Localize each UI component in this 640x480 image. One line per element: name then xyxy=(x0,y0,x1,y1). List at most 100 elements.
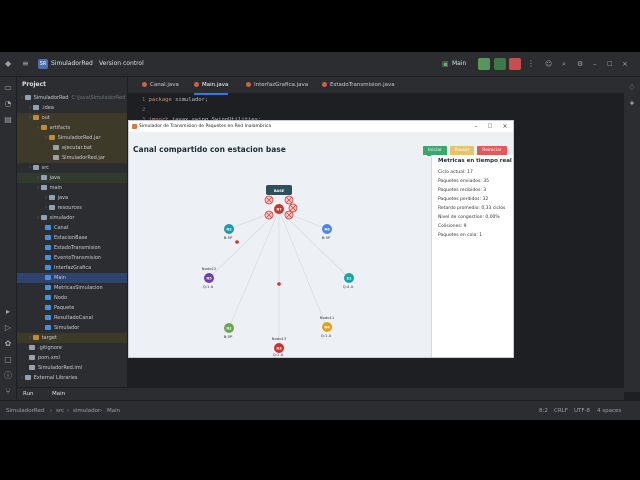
tree-item[interactable]: ejecutar.bat xyxy=(17,143,127,153)
tree-item-label: MetricasSimulacion xyxy=(54,285,103,291)
caret-position[interactable]: 8:2 xyxy=(539,401,548,420)
tree-item-label: java xyxy=(57,195,69,201)
tree-item[interactable]: SimuladorRed.jar xyxy=(17,153,127,163)
hamburger-menu-icon[interactable]: ≡ xyxy=(22,52,29,76)
run-config-tab[interactable]: Main xyxy=(52,388,65,400)
tab-interfazgrafica-java[interactable]: InterfazGrafica.java xyxy=(246,77,308,93)
simulator-window-title: Simulador de Transmision de Paquetes en … xyxy=(139,124,272,129)
tree-item[interactable]: › simulador xyxy=(17,213,127,223)
structure-tool-icon[interactable]: ▤ xyxy=(3,115,13,125)
tree-item-label: Nodo xyxy=(54,295,68,301)
tree-item[interactable]: › java xyxy=(17,173,127,183)
indent-setting[interactable]: 4 spaces xyxy=(597,401,621,420)
commit-tool-icon[interactable]: ◔ xyxy=(3,99,13,109)
folder-icon xyxy=(40,175,47,180)
run-tool-icon[interactable]: ▷ xyxy=(3,323,13,333)
metric-cycle: Ciclo actual: 17 xyxy=(438,170,473,175)
git-tool-icon[interactable]: ⑂ xyxy=(3,387,13,397)
folder-icon xyxy=(48,135,55,140)
tree-item[interactable]: EstadoTransmision xyxy=(17,243,127,253)
metric-lost: Paquetes perdidos: 32 xyxy=(438,197,489,202)
win-close-icon[interactable]: × xyxy=(498,121,512,132)
tree-item[interactable]: pom.xml xyxy=(17,353,127,363)
minimize-icon[interactable]: – xyxy=(593,52,597,76)
stop-button[interactable] xyxy=(509,58,521,70)
file-icon xyxy=(45,305,51,310)
breadcrumb-1[interactable]: src xyxy=(56,401,64,420)
line-separator[interactable]: CRLF xyxy=(554,401,568,420)
app-menu-icon[interactable]: ◆ xyxy=(5,52,11,76)
search-icon[interactable]: ⌕ xyxy=(562,52,566,76)
node-n6-id: N6 xyxy=(324,228,330,232)
tree-item-label: main xyxy=(49,185,63,191)
run-config-select[interactable]: Main xyxy=(452,52,466,76)
tree-item[interactable]: ResultadoCanal xyxy=(17,313,127,323)
node-n5-id: N5 xyxy=(206,277,212,281)
run-tab-label[interactable]: Run xyxy=(23,388,34,400)
tree-item[interactable]: SimuladorRed.iml xyxy=(17,363,127,373)
project-panel-title[interactable]: Project xyxy=(17,77,127,93)
tree-item-label: EstacionBase xyxy=(54,235,88,241)
tree-item[interactable]: › External Libraries xyxy=(17,373,127,383)
packet-dot xyxy=(277,282,281,286)
problems-tool-icon[interactable]: ⓘ xyxy=(3,371,13,381)
tree-item[interactable]: Canal xyxy=(17,223,127,233)
tree-item[interactable]: Paquete xyxy=(17,303,127,313)
vcs-menu[interactable]: Version control xyxy=(99,52,144,76)
notifications-icon[interactable]: ♢ xyxy=(627,83,637,93)
maximize-icon[interactable]: □ xyxy=(607,52,613,76)
tree-item[interactable]: › java xyxy=(17,193,127,203)
breadcrumb-3[interactable]: Main xyxy=(107,401,120,420)
tree-item[interactable]: InterfazGrafica xyxy=(17,263,127,273)
tree-item[interactable]: › resources xyxy=(17,203,127,213)
tree-item[interactable]: › artifacts xyxy=(17,123,127,133)
tree-item[interactable]: .gitignore xyxy=(17,343,127,353)
win-maximize-icon[interactable]: □ xyxy=(483,121,497,132)
breadcrumb-0[interactable]: SimuladorRed xyxy=(6,401,44,420)
tree-item-label: SimuladorRed.iml xyxy=(38,365,83,371)
ai-assistant-icon[interactable]: ✦ xyxy=(627,99,637,109)
status-bar: SimuladorRed › src › simulador › Main 8:… xyxy=(0,400,640,420)
file-icon xyxy=(45,255,51,260)
tree-item[interactable]: › SimuladorRed C:\Java\SimuladorRed xyxy=(17,93,127,103)
network-canvas[interactable]: BASE N7 N2 B:5P N6 B:5P Nodo12 N5 Q:1 A xyxy=(129,155,427,357)
tab-main-java[interactable]: Main.java xyxy=(194,77,229,95)
tree-item[interactable]: MetricasSimulacion xyxy=(17,283,127,293)
metric-sent: Paquetes enviados: 35 xyxy=(438,179,489,184)
terminal-tool-icon[interactable]: ▢ xyxy=(3,355,13,365)
tree-item[interactable]: EstacionBase xyxy=(17,233,127,243)
tree-item[interactable]: › SimuladorRed.jar xyxy=(17,133,127,143)
more-actions-icon[interactable]: ⋮ xyxy=(527,52,535,76)
folder-icon xyxy=(40,215,47,220)
project-tool-icon[interactable]: ▭ xyxy=(3,83,13,93)
tab-estadotransmision-java[interactable]: EstadoTransmision.java xyxy=(322,77,395,93)
tree-item[interactable]: › .idea xyxy=(17,103,127,113)
tree-item[interactable]: › target xyxy=(17,333,127,343)
debug-button[interactable] xyxy=(494,58,506,70)
tree-item[interactable]: › out xyxy=(17,113,127,123)
debug-tool-icon[interactable]: ✿ xyxy=(3,339,13,349)
file-encoding[interactable]: UTF-8 xyxy=(574,401,590,420)
tree-item[interactable]: EventoTransmision xyxy=(17,253,127,263)
tree-item-label: External Libraries xyxy=(33,375,78,381)
tree-item[interactable]: Main xyxy=(17,273,127,283)
settings-gear-icon[interactable]: ⚙ xyxy=(577,52,583,76)
tree-item[interactable]: Nodo xyxy=(17,293,127,303)
services-tool-icon[interactable]: ▸ xyxy=(3,307,13,317)
tree-item[interactable]: › src xyxy=(17,163,127,173)
project-name[interactable]: SimuladorRed xyxy=(51,52,93,76)
tree-item[interactable]: › main xyxy=(17,183,127,193)
run-button[interactable] xyxy=(478,58,490,70)
tree-item-label: .idea xyxy=(41,105,54,111)
file-icon xyxy=(45,285,51,290)
node-n3-label: Q:1 A xyxy=(273,352,284,357)
close-icon[interactable]: × xyxy=(622,52,628,76)
metrics-panel: Metricas en tiempo real Ciclo actual: 17… xyxy=(431,155,513,357)
tab-canal-java[interactable]: Canal.java xyxy=(142,77,179,93)
tree-item[interactable]: Simulador xyxy=(17,323,127,333)
folder-icon xyxy=(32,165,39,170)
right-toolbar: ♢ ✦ xyxy=(623,77,640,392)
user-icon[interactable]: ☺ xyxy=(545,52,552,76)
win-minimize-icon[interactable]: – xyxy=(469,121,483,132)
breadcrumb-2[interactable]: simulador xyxy=(73,401,100,420)
